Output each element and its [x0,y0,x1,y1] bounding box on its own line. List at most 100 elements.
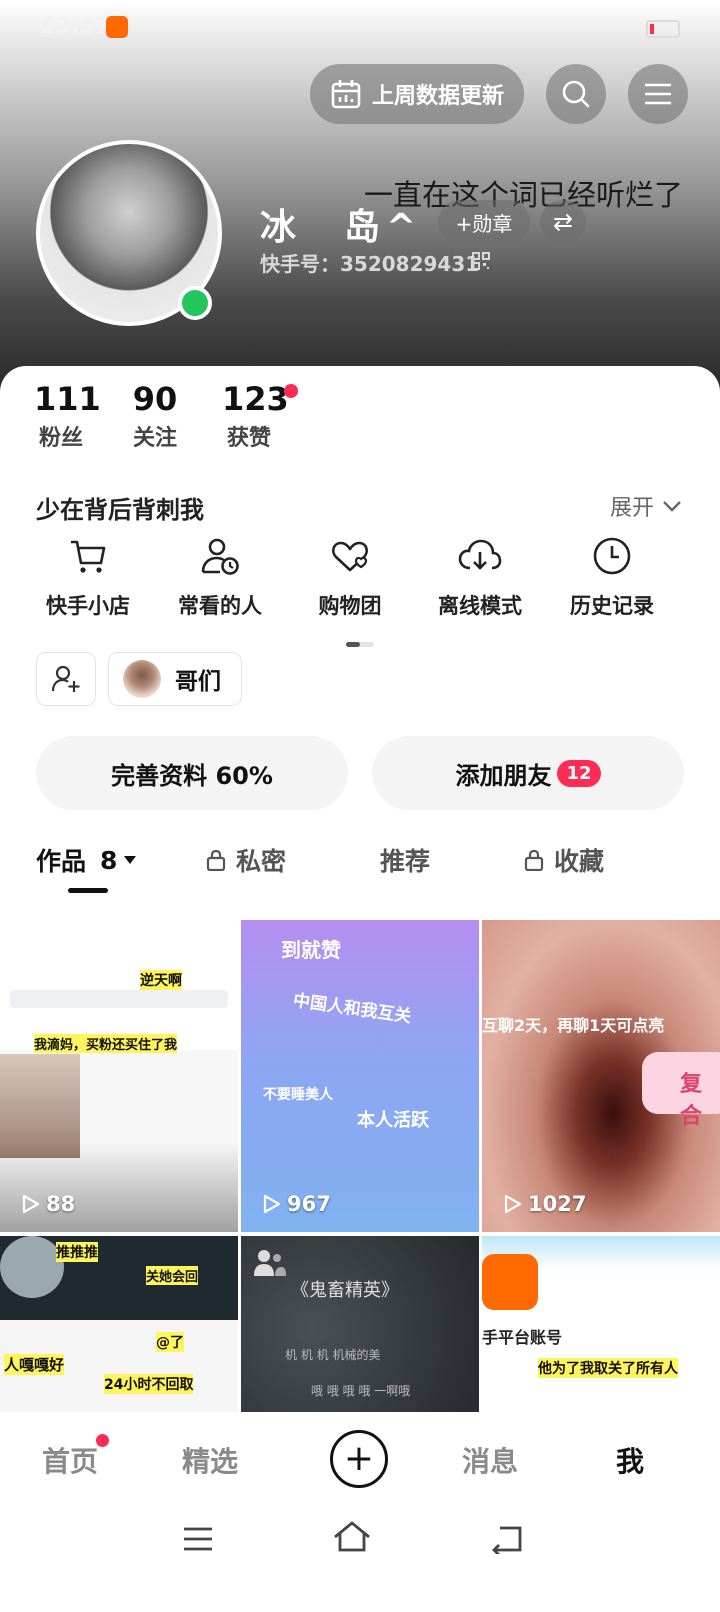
nav-me[interactable]: 我 [616,1440,644,1480]
kuaishou-app-icon [106,16,128,38]
nickname: 冰 岛^ [260,207,423,248]
video-caption: 机 机 机 机械的美 [285,1348,381,1362]
recent-apps-icon[interactable] [182,1526,214,1552]
likes-notification-dot [284,384,298,398]
status-time: 23:37 [40,14,111,39]
group-label: 哥们 [175,669,221,695]
tab-private[interactable]: 私密 [206,842,286,878]
tab-favorites-label: 收藏 [554,847,605,876]
active-tab-indicator [68,888,108,893]
add-friends-button[interactable]: 添加朋友 12 [372,736,684,810]
qr-code-icon[interactable] [472,252,490,270]
clock-icon [593,537,631,575]
add-friend-icon-button[interactable] [36,652,96,706]
data-update-label: 上周数据更新 [371,84,504,109]
video-caption: 复合 [680,1072,703,1129]
back-icon[interactable] [490,1524,524,1554]
tab-works-label: 作品 [36,847,87,876]
stat-value: 111 [34,380,101,418]
tools-scroll-indicator [346,642,374,647]
lock-icon [524,849,544,871]
video-caption: 到就赞 [281,938,341,962]
video-thumbnail[interactable]: 互聊2天，再聊1天可点亮 复合 1027 [482,920,720,1232]
play-icon [504,1194,522,1214]
tool-shop[interactable]: 快手小店 [18,536,158,620]
home-notification-dot [96,1434,109,1447]
kuaishou-id: 快手号：3520829431 [260,252,480,276]
tool-frequent-people[interactable]: 常看的人 [150,536,290,620]
video-thumbnail[interactable]: 到就赞 中国人和我互关 不要睡美人 本人活跃 967 [241,920,479,1232]
calendar-icon [331,80,361,109]
hamburger-menu-icon [645,83,671,105]
stat-following[interactable]: 90 关注 [128,380,182,452]
tool-label: 快手小店 [46,594,130,618]
play-icon [22,1194,40,1214]
view-count: 1027 [504,1192,586,1216]
swap-icon: ⇄ [552,208,574,236]
view-count-value: 967 [287,1192,331,1216]
lock-icon [206,849,226,871]
video-caption: 人嘎嘎好 [4,1354,65,1375]
bottom-navigation: 首页 精选 + 消息 我 [0,1412,720,1512]
stat-label: 关注 [132,426,177,451]
medal-button[interactable]: +勋章 [438,200,530,244]
video-caption: 不要睡美人 [263,1087,333,1103]
person-clock-icon [201,538,239,575]
create-button[interactable]: + [330,1430,388,1488]
group-chip[interactable]: 哥们 [108,652,242,706]
tool-label: 离线模式 [438,594,522,618]
nav-messages[interactable]: 消息 [462,1440,518,1480]
complete-profile-button[interactable]: 完善资料 60% [36,736,348,810]
switch-account-button[interactable]: ⇄ [540,200,586,244]
video-caption: 手平台账号 [482,1328,563,1347]
view-count-value: 88 [46,1192,76,1216]
stat-fans[interactable]: 111 粉丝 [34,380,101,452]
data-update-button[interactable]: 上周数据更新 [310,64,524,124]
tab-recommend-label: 推荐 [380,847,431,876]
video-caption: 哦 哦 哦 哦 一啊哦 [311,1384,411,1398]
video-caption: 中国人和我互关 [291,990,413,1028]
view-count: 967 [263,1192,331,1216]
video-thumbnail[interactable]: 逆天啊 我滴妈，买粉还买住了我 88 [0,920,238,1232]
users-icon [254,1250,286,1276]
chevron-down-icon [663,501,681,512]
status-bar: 23:37 [0,0,720,56]
video-caption: 关她会回 [146,1266,199,1285]
tool-offline-mode[interactable]: 离线模式 [410,536,550,620]
home-icon[interactable] [332,1520,372,1554]
add-friends-label: 添加朋友 [455,761,552,790]
plus-icon: + [343,1438,375,1479]
stat-value: 123 [222,380,289,418]
video-caption: 逆天啊 [140,970,182,990]
nav-home[interactable]: 首页 [42,1440,98,1480]
video-caption: 他为了我取关了所有人 [538,1358,678,1378]
search-button[interactable] [546,64,606,124]
nav-featured[interactable]: 精选 [182,1440,238,1480]
system-navigation-bar [0,1512,720,1612]
expand-label: 展开 [609,496,654,521]
search-icon [562,80,590,108]
tool-history[interactable]: 历史记录 [542,536,682,620]
heart-group-icon [331,541,369,572]
menu-button[interactable] [628,64,688,124]
tab-favorites[interactable]: 收藏 [524,842,604,878]
stat-label: 获赞 [226,426,271,451]
tab-works[interactable]: 作品 8 [36,842,137,878]
battery-icon [646,20,680,38]
tool-label: 购物团 [318,594,382,618]
video-caption: @了 [156,1332,184,1352]
video-caption: 我滴妈，买粉还买住了我 [34,1034,178,1053]
view-count-value: 1027 [528,1192,587,1216]
stat-label: 粉丝 [38,426,83,451]
cloud-download-icon [458,539,502,570]
group-avatar [123,660,161,698]
tool-shopping-group[interactable]: 购物团 [280,536,420,620]
stat-likes[interactable]: 123 获赞 [222,380,289,452]
caret-down-icon [124,856,137,864]
expand-button[interactable]: 展开 [610,490,682,522]
play-icon [263,1194,281,1214]
tool-label: 历史记录 [570,594,654,618]
tab-recommend[interactable]: 推荐 [380,842,430,878]
video-caption: 推推推 [56,1242,98,1262]
bio-text: 少在背后背刺我 [36,496,204,524]
